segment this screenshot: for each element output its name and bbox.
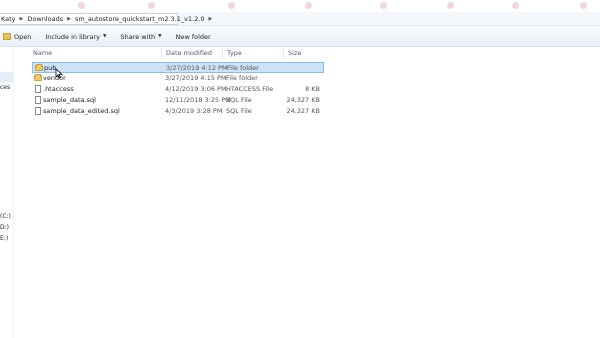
include-in-library-button[interactable]: Include in library ▼ — [40, 29, 111, 45]
breadcrumb-item-folder[interactable]: sm_autostore_quickstart_m2.3.1_v1.2.0 — [75, 15, 205, 23]
column-divider[interactable] — [283, 48, 284, 58]
new-folder-label: New folder — [175, 32, 211, 41]
nav-item-drive-c[interactable]: (C:) — [0, 213, 11, 220]
open-label: Open — [14, 32, 32, 41]
app-icon — [380, 2, 387, 9]
column-header-size[interactable]: Size — [288, 49, 301, 57]
file-size: 24,327 KB — [286, 96, 320, 104]
nav-item-drive-e[interactable]: E:) — [0, 235, 8, 242]
file-size: 24,327 KB — [286, 107, 320, 115]
file-date: 12/11/2018 3:25 PM — [165, 96, 231, 104]
folder-open-icon — [3, 33, 11, 40]
app-icon — [148, 2, 155, 9]
file-name: sample_data_edited.sql — [43, 107, 120, 115]
file-row[interactable]: sample_data_edited.sql 4/3/2019 3:28 PM … — [32, 106, 324, 117]
file-type: HTACCESS File — [226, 85, 274, 93]
ghost-tab — [78, 1, 88, 10]
include-in-library-label: Include in library — [45, 32, 101, 41]
file-icon — [34, 96, 42, 104]
file-row[interactable]: .htaccess 4/12/2019 3:06 PM HTACCESS Fil… — [32, 84, 324, 95]
share-with-button[interactable]: Share with ▼ — [115, 29, 166, 45]
file-name: .htaccess — [43, 85, 74, 93]
file-date: 4/3/2019 3:28 PM — [165, 107, 223, 115]
nav-item-libraries[interactable]: ces — [0, 84, 10, 91]
column-divider[interactable] — [222, 48, 223, 58]
column-header-name[interactable]: Name — [33, 49, 52, 57]
chevron-right-icon[interactable]: ▶ — [20, 16, 24, 22]
file-icon — [34, 107, 42, 115]
ghost-tab — [380, 1, 390, 10]
mouse-pointer-icon — [55, 68, 63, 79]
chevron-down-icon: ▼ — [158, 34, 162, 39]
app-icon — [228, 2, 235, 9]
file-row[interactable]: sample_data.sql 12/11/2018 3:25 PM SQL F… — [32, 95, 324, 106]
file-type: File folder — [226, 74, 258, 82]
file-date: 3/27/2019 4:15 PM — [165, 74, 227, 82]
chevron-right-icon[interactable]: ▶ — [209, 16, 213, 22]
ghost-tab — [305, 1, 315, 10]
app-icon — [78, 2, 85, 9]
nav-selection-highlight — [0, 72, 13, 82]
ghost-tab — [228, 1, 238, 10]
address-bar[interactable]: Katy ▶ Downloads ▶ sm_autostore_quicksta… — [0, 12, 600, 26]
folder-icon — [34, 74, 42, 82]
column-header-row: Name Date modified Type Size — [27, 47, 327, 59]
column-header-date[interactable]: Date modified — [166, 49, 212, 57]
file-type: File folder — [227, 64, 259, 72]
share-with-label: Share with — [120, 32, 156, 41]
folder-icon — [35, 64, 43, 72]
app-icon — [580, 2, 587, 9]
ghost-taskbar-strip — [0, 0, 600, 12]
app-icon — [447, 2, 454, 9]
file-date: 3/27/2019 4:12 PM — [166, 64, 228, 72]
file-type: SQL File — [226, 107, 252, 115]
breadcrumb-item-downloads[interactable]: Downloads — [27, 15, 63, 23]
navigation-pane: ces (C:) D:) E:) — [0, 47, 14, 338]
app-icon — [512, 2, 519, 9]
file-row[interactable]: pub 3/27/2019 4:12 PM File folder — [32, 62, 324, 73]
ghost-tab — [512, 1, 522, 10]
file-date: 4/12/2019 3:06 PM — [165, 85, 227, 93]
chevron-down-icon: ▼ — [103, 34, 107, 39]
ghost-tab — [447, 1, 457, 10]
app-icon — [305, 2, 312, 9]
file-size: 8 KB — [305, 85, 320, 93]
column-divider[interactable] — [161, 48, 162, 58]
command-toolbar: Open Include in library ▼ Share with ▼ N… — [0, 27, 600, 47]
column-header-type[interactable]: Type — [227, 49, 242, 57]
ghost-tab — [148, 1, 158, 10]
open-button[interactable]: Open — [0, 29, 36, 45]
ghost-tab — [580, 1, 590, 10]
chevron-right-icon[interactable]: ▶ — [67, 16, 71, 22]
file-type: SQL File — [226, 96, 252, 104]
file-icon — [34, 85, 42, 93]
new-folder-button[interactable]: New folder — [171, 29, 216, 45]
file-name: sample_data.sql — [43, 96, 96, 104]
nav-item-drive-d[interactable]: D:) — [0, 224, 9, 231]
file-row[interactable]: vendor 3/27/2019 4:15 PM File folder — [32, 73, 324, 84]
breadcrumb-item-user[interactable]: Katy — [1, 15, 16, 23]
breadcrumb[interactable]: Katy ▶ Downloads ▶ sm_autostore_quicksta… — [0, 12, 212, 25]
